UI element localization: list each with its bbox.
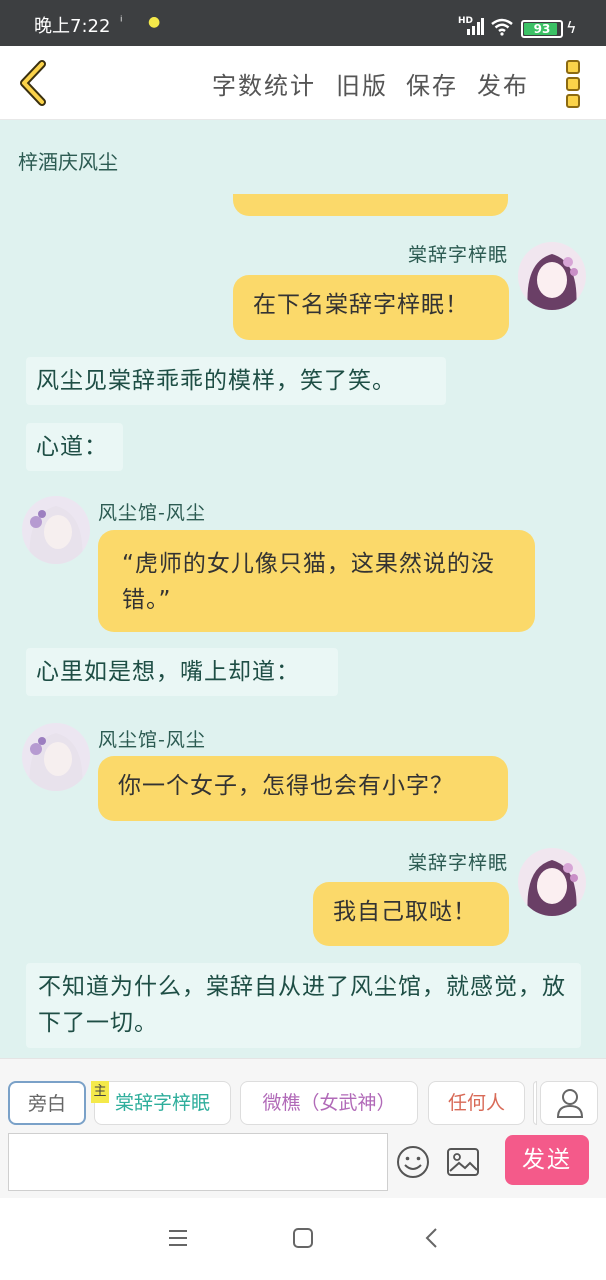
message-bubble: 你一个女子，怎得也会有小字？ bbox=[98, 756, 508, 821]
narration-text: 心道： bbox=[26, 423, 123, 471]
send-button[interactable]: 发送 bbox=[505, 1135, 589, 1185]
main-role-badge: 主 bbox=[91, 1081, 109, 1103]
message-bubble-partial bbox=[233, 194, 508, 216]
app-notification-icon: ● bbox=[148, 14, 161, 30]
role-anyone[interactable]: 任何人 bbox=[428, 1081, 525, 1125]
chat-area[interactable]: 梓酒庆风尘 棠辞字梓眠 在下名棠辞字梓眠！ 风尘见棠辞乖乖的模样，笑了笑。 心道… bbox=[0, 120, 606, 1058]
narration-text: 不知道为什么，棠辞自从进了风尘馆，就感觉，放下了一切。 bbox=[26, 963, 581, 1048]
sender-name: 棠辞字梓眠 bbox=[407, 244, 508, 266]
more-dot-icon bbox=[566, 60, 580, 74]
wifi-icon bbox=[491, 18, 513, 36]
system-nav-bar bbox=[0, 1198, 606, 1280]
message-bubble: 我自己取哒！ bbox=[313, 882, 509, 946]
charging-icon: ϟ bbox=[566, 18, 577, 37]
message-bubble: 在下名棠辞字梓眠！ bbox=[233, 275, 509, 340]
signal-icon bbox=[467, 18, 484, 35]
message-input[interactable] bbox=[8, 1133, 388, 1191]
word-count-button[interactable]: 字数统计 bbox=[212, 66, 316, 101]
avatar-image bbox=[518, 242, 586, 310]
back-nav-icon[interactable] bbox=[420, 1226, 444, 1250]
message-bubble: “虎师的女儿像只猫，这果然说的没错。” bbox=[98, 530, 535, 632]
sender-name: 风尘馆-风尘 bbox=[98, 729, 206, 751]
avatar-tangci[interactable] bbox=[518, 242, 586, 310]
more-dot-icon bbox=[566, 94, 580, 108]
chat-title: 梓酒庆风尘 bbox=[18, 150, 118, 174]
save-button[interactable]: 保存 bbox=[406, 66, 458, 101]
role-partial[interactable] bbox=[533, 1081, 537, 1125]
top-bar: 字数统计 旧版 保存 发布 bbox=[0, 46, 606, 120]
narration-text: 风尘见棠辞乖乖的模样，笑了笑。 bbox=[26, 357, 446, 405]
old-version-button[interactable]: 旧版 bbox=[336, 66, 388, 101]
role-tangci[interactable]: 棠辞字梓眠 bbox=[94, 1081, 231, 1125]
image-icon[interactable] bbox=[446, 1147, 480, 1177]
avatar-fengchen[interactable] bbox=[22, 496, 90, 564]
role-manager-button[interactable] bbox=[540, 1081, 598, 1125]
emoji-icon[interactable] bbox=[396, 1145, 430, 1179]
menu-icon[interactable] bbox=[166, 1226, 190, 1250]
notification-icon: ⁱ bbox=[120, 14, 123, 30]
status-time: 晚上7:22 bbox=[34, 16, 111, 37]
person-icon bbox=[556, 1089, 584, 1118]
back-button[interactable] bbox=[14, 60, 54, 106]
status-bar: 晚上7:22 ⁱ ● HD 93 ϟ bbox=[0, 0, 606, 46]
battery-icon: 93 bbox=[521, 20, 563, 38]
role-narrator[interactable]: 旁白 bbox=[8, 1081, 86, 1125]
role-weiqiao[interactable]: 微樵（女武神） bbox=[240, 1081, 418, 1125]
battery-percent: 93 bbox=[533, 22, 551, 36]
sender-name: 棠辞字梓眠 bbox=[407, 852, 508, 874]
input-panel: 旁白 棠辞字梓眠 主 微樵（女武神） 任何人 发送 bbox=[0, 1058, 606, 1198]
more-dot-icon bbox=[566, 77, 580, 91]
avatar-image bbox=[22, 496, 90, 564]
more-menu-button[interactable] bbox=[560, 58, 586, 110]
sender-name: 风尘馆-风尘 bbox=[98, 502, 206, 524]
publish-button[interactable]: 发布 bbox=[477, 66, 529, 101]
avatar-fengchen[interactable] bbox=[22, 723, 90, 791]
home-icon[interactable] bbox=[291, 1226, 315, 1250]
avatar-image bbox=[518, 848, 586, 916]
narration-text: 心里如是想，嘴上却道： bbox=[26, 648, 338, 696]
avatar-image bbox=[22, 723, 90, 791]
avatar-tangci[interactable] bbox=[518, 848, 586, 916]
